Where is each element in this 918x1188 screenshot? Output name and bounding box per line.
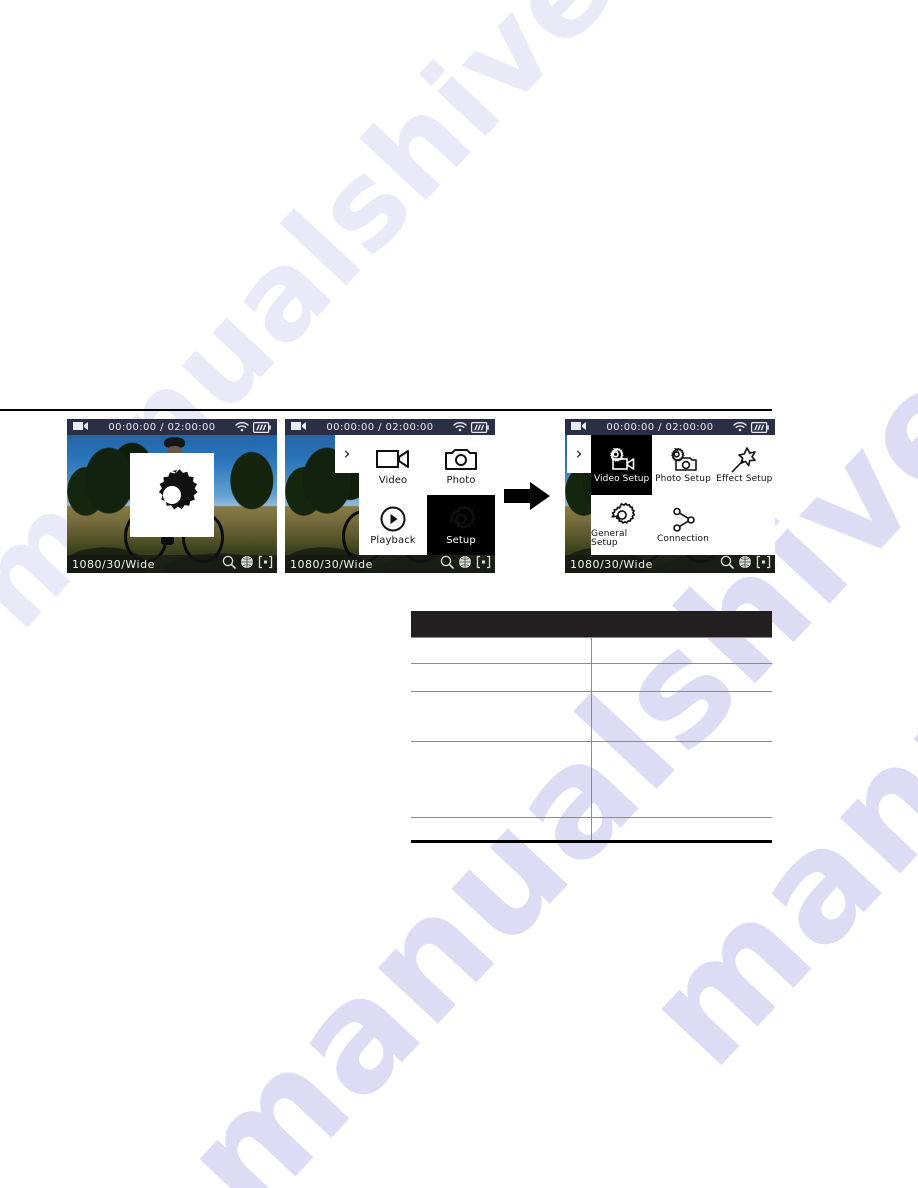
globe-icon <box>738 555 752 574</box>
table-cell-value <box>591 741 772 818</box>
setup-gear-callout <box>130 453 214 537</box>
battery-full-icon <box>471 421 489 433</box>
menu-item-label: Photo <box>446 475 476 486</box>
table-cell-label <box>411 663 592 692</box>
watermark-layer: manualshive manualshive manualshive <box>0 0 918 1188</box>
gear-icon <box>158 469 198 510</box>
page-divider-rule <box>0 409 772 411</box>
wifi-icon <box>235 422 249 432</box>
status-bar-top: 00:00:00 / 02:00:00 <box>285 419 495 435</box>
resolution-label: 1080/30/Wide <box>570 557 653 571</box>
wifi-icon <box>453 422 467 432</box>
table-cell-value <box>591 637 772 664</box>
table-cell-value <box>591 817 772 843</box>
menu-item-label: Playback <box>370 535 416 546</box>
menu-back-arrow-icon[interactable]: › <box>567 435 591 473</box>
status-bar-top: 00:00:00 / 02:00:00 <box>565 419 775 435</box>
globe-icon <box>458 555 472 574</box>
status-bar-bottom: 1080/30/Wide <box>67 555 277 573</box>
menu-item-label: General Setup <box>591 529 628 548</box>
recording-time: 00:00:00 / 02:00:00 <box>606 421 714 433</box>
table-row <box>411 663 772 692</box>
status-bar-bottom: 1080/30/Wide <box>565 555 775 573</box>
menu-item-playback[interactable]: Playback <box>359 495 427 555</box>
table-row <box>411 817 772 843</box>
table-header-row <box>411 611 772 638</box>
zoom-icon <box>222 555 236 574</box>
camera-icon <box>445 444 477 474</box>
menu-item-effect-setup[interactable]: Effect Setup <box>714 435 775 495</box>
gear-camera-icon <box>667 447 699 473</box>
table-cell-label <box>411 741 592 818</box>
video-camera-icon <box>73 419 89 436</box>
menu-item-label: Photo Setup <box>655 473 711 484</box>
menu-item-photo[interactable]: Photo <box>427 435 495 495</box>
menu-item-video[interactable]: Video <box>359 435 427 495</box>
menu-item-label: Video <box>378 475 408 486</box>
status-bar-bottom: 1080/30/Wide <box>285 555 495 573</box>
table-cell-label <box>411 817 592 843</box>
zoom-icon <box>720 555 734 574</box>
setup-menu-panel: › Video Setup Photo Setup Effect Setup G… <box>567 435 775 555</box>
menu-item-setup[interactable]: Setup <box>427 495 495 555</box>
zoom-icon <box>440 555 454 574</box>
camera-screen-main-menu: 00:00:00 / 02:00:00 › Video Photo Playba… <box>285 419 495 573</box>
table-cell-value <box>591 691 772 742</box>
table-row <box>411 691 772 742</box>
table-row <box>411 741 772 818</box>
main-menu-panel: › Video Photo Playback Setup <box>335 435 495 555</box>
settings-table <box>411 611 772 843</box>
menu-item-label: Connection <box>657 533 709 544</box>
menu-cell-empty <box>714 495 775 555</box>
gear-video-icon <box>606 447 638 473</box>
play-circle-icon <box>380 504 406 534</box>
battery-full-icon <box>253 421 271 433</box>
recording-time: 00:00:00 / 02:00:00 <box>326 421 434 433</box>
status-bar-top: 00:00:00 / 02:00:00 <box>67 419 277 435</box>
flow-arrow-icon <box>504 480 552 512</box>
video-camera-icon <box>571 419 587 436</box>
menu-item-label: Effect Setup <box>716 473 773 484</box>
menu-item-photo-setup[interactable]: Photo Setup <box>652 435 713 495</box>
bracket-dot-icon <box>756 555 771 574</box>
network-nodes-icon <box>669 507 697 533</box>
menu-item-connection[interactable]: Connection <box>652 495 713 555</box>
video-camera-icon <box>376 444 410 474</box>
magic-wand-icon <box>730 446 758 473</box>
table-cell-label <box>411 691 592 742</box>
bracket-dot-icon <box>476 555 491 574</box>
battery-full-icon <box>751 421 769 433</box>
menu-item-general-setup[interactable]: General Setup <box>591 495 652 555</box>
table-header-cell <box>411 611 772 638</box>
recording-time: 00:00:00 / 02:00:00 <box>108 421 216 433</box>
table-cell-value <box>591 663 772 692</box>
camera-screen-setup-menu: 00:00:00 / 02:00:00 › Video Setup Photo … <box>565 419 775 573</box>
menu-item-video-setup[interactable]: Video Setup <box>591 435 653 495</box>
table-cell-label <box>411 637 592 664</box>
gear-icon <box>447 504 475 534</box>
camera-screen-live-view: 00:00:00 / 02:00:00 1080/30/Wide <box>67 419 277 573</box>
video-camera-icon <box>291 419 307 436</box>
menu-item-label: Video Setup <box>593 473 650 484</box>
menu-item-label: Setup <box>446 535 476 546</box>
gear-icon <box>609 502 635 528</box>
resolution-label: 1080/30/Wide <box>72 557 155 571</box>
resolution-label: 1080/30/Wide <box>290 557 373 571</box>
globe-icon <box>240 555 254 574</box>
table-row <box>411 637 772 664</box>
menu-back-arrow-icon[interactable]: › <box>335 435 359 473</box>
wifi-icon <box>733 422 747 432</box>
bracket-dot-icon <box>258 555 273 574</box>
